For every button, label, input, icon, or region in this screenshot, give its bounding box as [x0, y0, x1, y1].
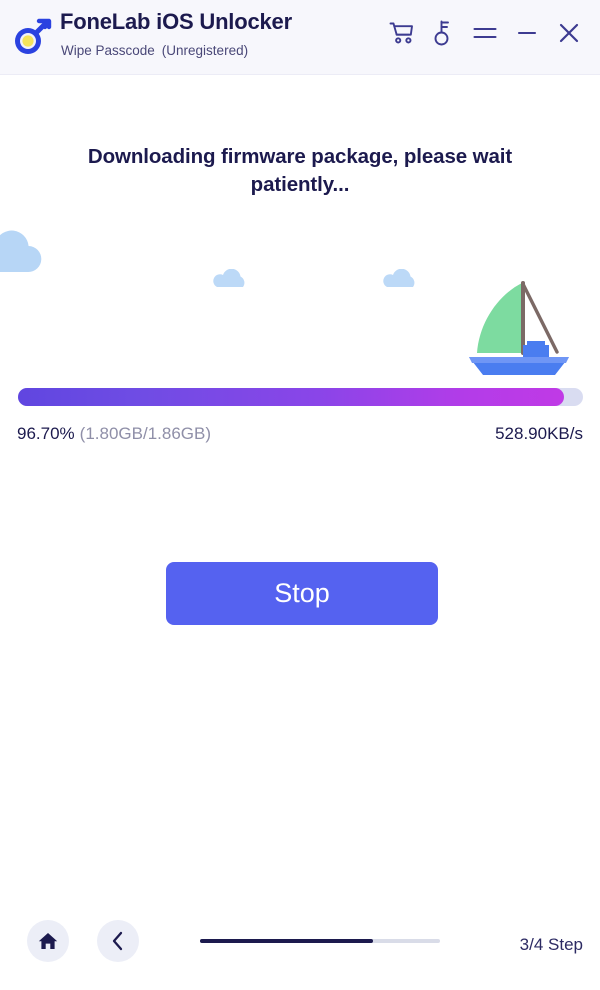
home-icon [38, 933, 58, 949]
menu-icon[interactable] [466, 14, 504, 52]
download-percent-label: 96.70% [17, 424, 75, 443]
app-subtitle: Wipe Passcode (Unregistered) [61, 43, 248, 58]
cloud-large-icon [0, 228, 48, 281]
back-button[interactable] [97, 920, 139, 962]
download-speed-label: 528.90KB/s [495, 424, 583, 443]
cloud-small-icon [383, 268, 417, 294]
stop-button[interactable]: Stop [166, 562, 438, 625]
download-progress-bar [18, 388, 583, 406]
app-window: FoneLab iOS Unlocker Wipe Passcode (Unreg… [0, 0, 600, 990]
chevron-left-icon [112, 931, 123, 951]
titlebar-controls [382, 14, 588, 52]
close-icon[interactable] [550, 14, 588, 52]
download-progress-fill [18, 388, 565, 406]
key-logo-icon [15, 18, 52, 54]
license-status-label: (Unregistered) [161, 43, 249, 58]
step-progress-bar [200, 939, 440, 943]
minimize-icon[interactable] [508, 14, 546, 52]
step-indicator-label: 3/4 Step [519, 935, 583, 954]
app-logo [9, 14, 55, 60]
app-mode-label: Wipe Passcode [61, 43, 155, 58]
download-size-label: (1.80GB/1.86GB) [79, 424, 212, 443]
app-title: FoneLab iOS Unlocker [60, 9, 292, 34]
home-button[interactable] [27, 920, 69, 962]
sailboat-illustration-icon [465, 279, 580, 384]
key-icon[interactable] [424, 14, 462, 52]
cloud-small-icon [213, 268, 247, 294]
cart-icon[interactable] [382, 14, 420, 52]
titlebar: FoneLab iOS Unlocker Wipe Passcode (Unreg… [0, 0, 600, 75]
page-title: Downloading firmware package, please wai… [87, 145, 513, 196]
download-stats: 96.70% (1.80GB/1.86GB) [17, 424, 211, 444]
step-progress-fill [200, 939, 373, 943]
